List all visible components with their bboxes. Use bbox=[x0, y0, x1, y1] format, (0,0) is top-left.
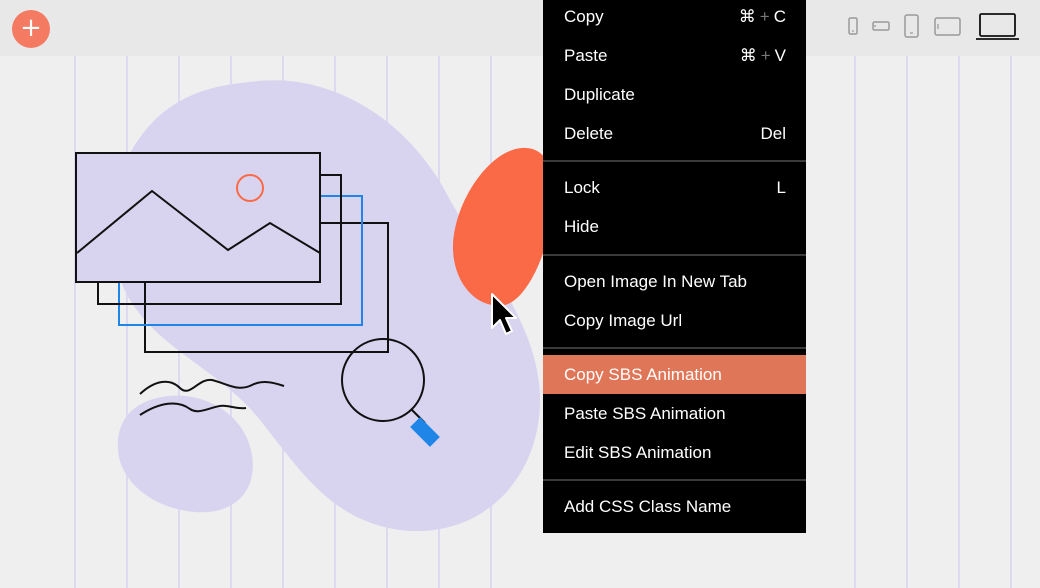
menu-divider bbox=[543, 347, 806, 349]
menu-item-paste[interactable]: Paste ⌘ + V bbox=[543, 36, 806, 75]
menu-item-paste-sbs-animation[interactable]: Paste SBS Animation bbox=[543, 394, 806, 433]
menu-item-hide[interactable]: Hide bbox=[543, 207, 806, 246]
image-frame-front bbox=[75, 152, 321, 283]
menu-divider bbox=[543, 479, 806, 481]
orange-blob bbox=[452, 147, 555, 306]
menu-divider bbox=[543, 160, 806, 162]
menu-item-copy-image-url[interactable]: Copy Image Url bbox=[543, 301, 806, 340]
editor-canvas[interactable] bbox=[0, 56, 1040, 588]
add-button[interactable]: + bbox=[12, 10, 50, 48]
shortcut: ⌘ + V bbox=[739, 46, 786, 65]
context-menu: Copy ⌘ + C Paste ⌘ + V Duplicate Delete Del … bbox=[543, 0, 806, 533]
mobile-landscape-icon[interactable] bbox=[872, 20, 892, 34]
mobile-portrait-icon[interactable] bbox=[847, 17, 859, 37]
illustration[interactable] bbox=[0, 56, 1040, 588]
menu-item-add-css-class[interactable]: Add CSS Class Name bbox=[543, 487, 806, 526]
shortcut: L bbox=[776, 178, 786, 197]
plus-icon: + bbox=[20, 13, 42, 43]
menu-item-duplicate[interactable]: Duplicate bbox=[543, 75, 806, 114]
purple-blob-small bbox=[117, 395, 253, 513]
top-toolbar: + bbox=[0, 0, 1040, 56]
menu-item-copy-sbs-animation[interactable]: Copy SBS Animation bbox=[543, 355, 806, 394]
menu-item-delete[interactable]: Delete Del bbox=[543, 114, 806, 153]
menu-item-lock[interactable]: Lock L bbox=[543, 168, 806, 207]
menu-item-edit-sbs-animation[interactable]: Edit SBS Animation bbox=[543, 433, 806, 472]
tablet-landscape-icon[interactable] bbox=[933, 16, 963, 38]
shortcut: Del bbox=[760, 124, 786, 143]
mouse-cursor-icon bbox=[491, 293, 517, 335]
menu-item-open-image-new-tab[interactable]: Open Image In New Tab bbox=[543, 262, 806, 301]
menu-divider bbox=[543, 254, 806, 256]
menu-item-copy[interactable]: Copy ⌘ + C bbox=[543, 0, 806, 36]
desktop-icon[interactable] bbox=[975, 12, 1021, 42]
shortcut: ⌘ + C bbox=[738, 7, 786, 26]
tablet-portrait-icon[interactable] bbox=[903, 14, 921, 40]
